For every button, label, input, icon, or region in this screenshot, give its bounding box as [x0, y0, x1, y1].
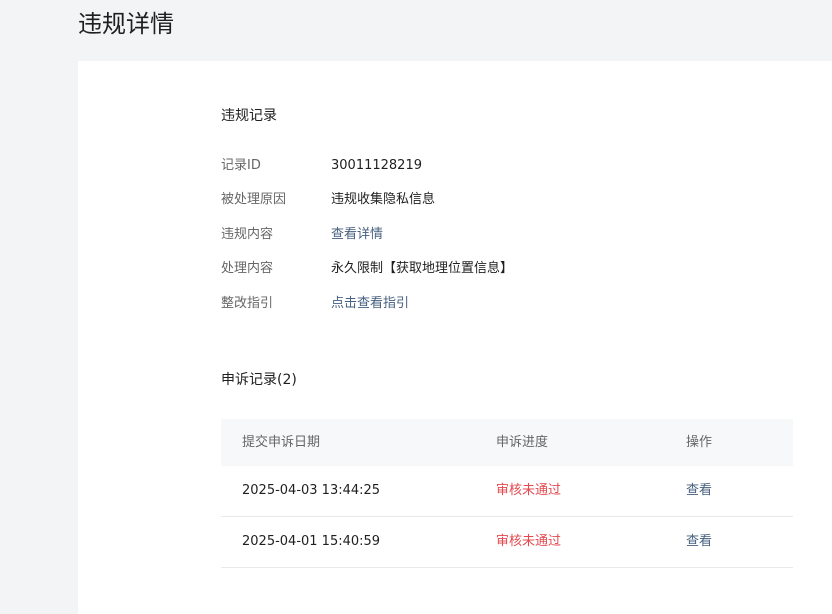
handling-content-value: 永久限制【获取地理位置信息】 [331, 261, 514, 276]
appeals-table: 提交申诉日期 申诉进度 操作 2025-04-03 13:44:25 审核未通过… [221, 419, 793, 568]
reason-label: 被处理原因 [221, 192, 287, 207]
column-header-date: 提交申诉日期 [242, 435, 321, 450]
appeal-status: 审核未通过 [496, 483, 562, 498]
record-id-value: 30011128219 [331, 158, 422, 173]
reason-value: 违规收集隐私信息 [331, 192, 436, 207]
rectification-guide-label: 整改指引 [221, 296, 274, 311]
view-details-link[interactable]: 查看详情 [331, 225, 383, 245]
appeal-date: 2025-04-03 13:44:25 [242, 483, 381, 498]
table-row: 2025-04-03 13:44:25 审核未通过 查看 [221, 466, 793, 517]
handling-content-label: 处理内容 [221, 261, 274, 276]
column-header-action: 操作 [686, 435, 713, 450]
view-guide-link[interactable]: 点击查看指引 [331, 294, 409, 314]
column-header-status: 申诉进度 [496, 435, 549, 450]
appeal-date: 2025-04-01 15:40:59 [242, 534, 381, 549]
view-appeal-link[interactable]: 查看 [686, 466, 712, 516]
appeal-status: 审核未通过 [496, 534, 562, 549]
violation-content-label: 违规内容 [221, 227, 274, 242]
record-id-label: 记录ID [221, 158, 261, 173]
view-appeal-link[interactable]: 查看 [686, 517, 712, 567]
appeals-section-title: 申诉记录(2) [221, 372, 297, 388]
table-row: 2025-04-01 15:40:59 审核未通过 查看 [221, 517, 793, 568]
detail-card: 违规记录 记录ID 30011128219 被处理原因 违规收集隐私信息 违规内… [78, 61, 832, 614]
appeals-table-header: 提交申诉日期 申诉进度 操作 [221, 419, 793, 466]
violation-section-title: 违规记录 [221, 108, 277, 124]
page-title: 违规详情 [78, 10, 174, 38]
